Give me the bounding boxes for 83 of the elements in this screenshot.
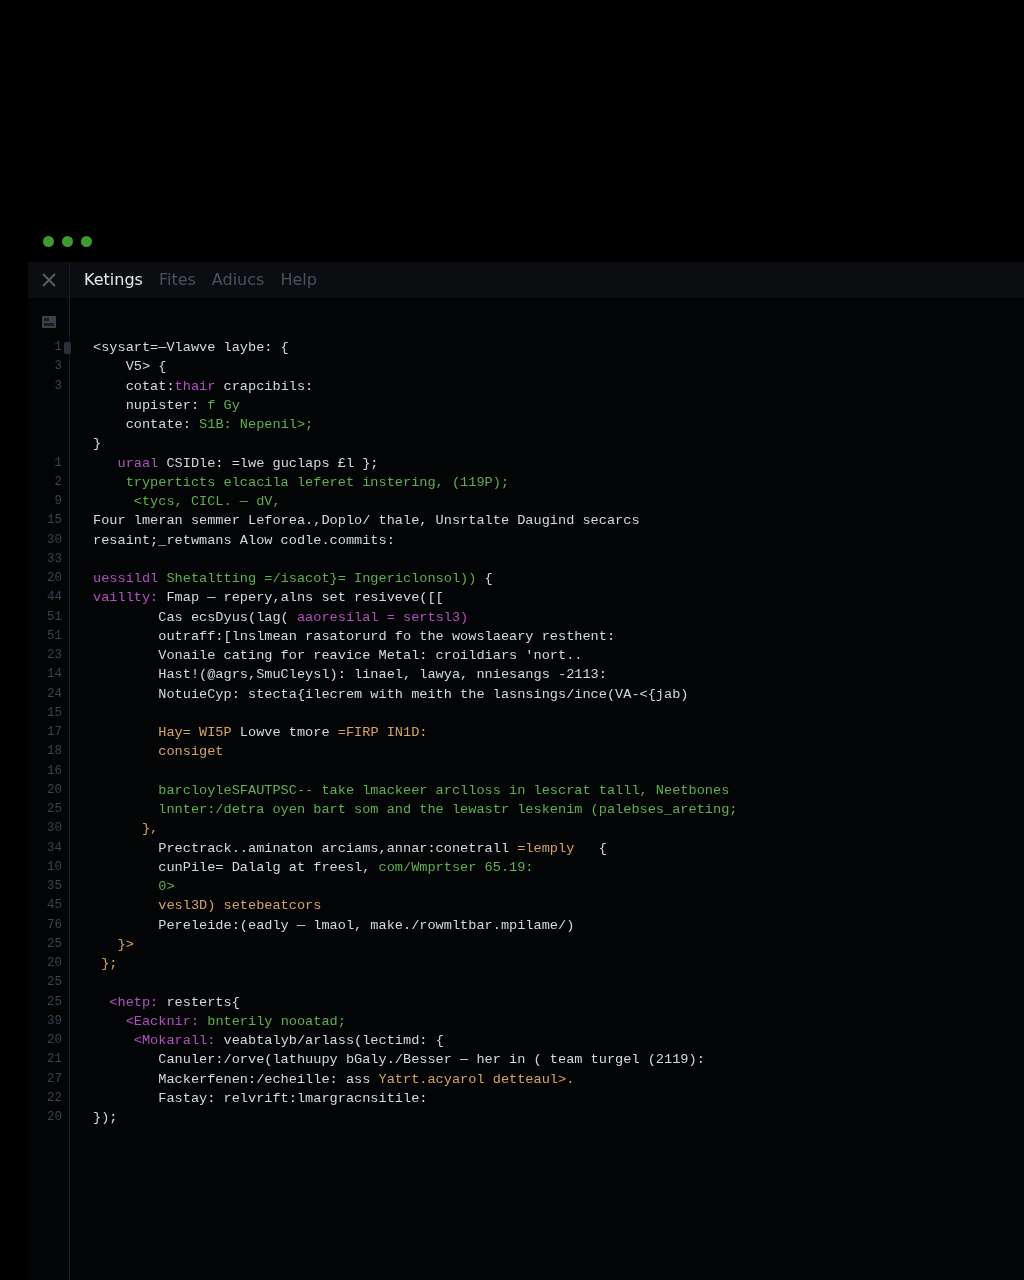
line-number: 45: [46, 897, 62, 915]
line-number: 1: [53, 454, 62, 472]
line-number: 3: [53, 358, 62, 376]
code-line: 0>: [157, 878, 175, 896]
line-number: 20: [46, 1109, 62, 1126]
line-number: 30: [46, 531, 62, 549]
line-number: 23: [46, 647, 62, 664]
code-line: cotat:thair crapcibils:: [124, 377, 314, 396]
code-line: <tycs, CICL. — dV,: [132, 493, 281, 511]
code-line: <Eacknir: bnterily nooatad;: [124, 1012, 346, 1031]
code-line: <Mokarall: veabtalyb/arlass(lectimd: {: [132, 1032, 444, 1050]
code-line: <sysart=—Vlawve laybe: {: [93, 339, 289, 357]
line-number: 14: [46, 666, 62, 684]
code-line: vaillty: Fmap — repery,alns set resiveve([[: [93, 589, 444, 608]
line-number: 44: [46, 589, 62, 607]
line-number: 15: [46, 704, 62, 722]
line-number: 22: [46, 1089, 62, 1107]
code-line: lnnter:/detra oyen bart som and the lewastr leskenim (palebses_areting;: [157, 801, 738, 819]
line-number: 24: [46, 685, 62, 703]
line-number: 27: [46, 1070, 62, 1088]
code-line: <hetp: resterts{: [108, 993, 240, 1012]
code-line: resaint;_retwmans Alow codle.commits:: [93, 531, 395, 550]
line-number: 33: [46, 550, 62, 568]
code-line: Hast!(@agrs,SmuCleysl): linael, lawya, nniesangs -2113:: [157, 666, 607, 685]
code-line: Canuler:/orve(lathuupy bGaly./Besser — her in ( team turgel (2119):: [157, 1051, 705, 1070]
code-line: Pereleide:(eadly — lmaol, make./rowmltbar.mpilame/): [157, 916, 575, 935]
menu-item[interactable]: Help: [274, 268, 323, 292]
code-line: uessildl Shetaltting =/isacot}= Ingericlonsol)) {: [93, 570, 493, 588]
line-number: 35: [46, 878, 62, 895]
line-number: 2: [53, 473, 62, 491]
line-number: 20: [46, 1032, 62, 1049]
code-line: Fastay: relvrift:lmargracnsitile:: [157, 1089, 428, 1108]
code-line: tryperticts elcacila leferet instering, (119P);: [124, 473, 510, 492]
line-number: 51: [46, 608, 62, 626]
code-line: });: [93, 1109, 118, 1127]
line-number: 9: [53, 493, 62, 510]
line-number: 25: [46, 935, 62, 953]
close-icon[interactable]: [41, 273, 56, 287]
code-line: nupister: f Gy: [124, 396, 240, 415]
line-number: 39: [46, 1012, 62, 1030]
line-number: 3: [53, 377, 62, 395]
code-line: NotuieCyp: stecta{ilecrem with meith the lasnsings/ince(VA-<{jab): [157, 685, 689, 704]
code-line: barcloyleSFAUTPSC-- take lmackeer arclloss in lescrat talll, Neetbones: [157, 781, 730, 800]
code-line: Hay= WI5P Lowve tmore =FIRP IN1D:: [157, 724, 428, 742]
code-line: vesl3D) setebeatcors: [157, 897, 322, 916]
menu-item[interactable]: Fites: [152, 268, 202, 292]
code-line: urаal CSIDle: =lwe guclaps £l };: [116, 454, 379, 473]
line-number: 76: [46, 916, 62, 934]
code-line: },: [140, 820, 159, 839]
code-line: };: [100, 955, 118, 973]
line-number: 25: [46, 974, 62, 992]
window-dot[interactable]: [81, 236, 92, 247]
code-line: Cas ecsDyus(lag( aaoresilal = sertsl3): [157, 608, 469, 627]
code-line: cunPile= Dalalg at freesl, com/Wmprtser 65.19:: [157, 858, 534, 877]
line-number: 16: [46, 762, 62, 780]
line-number: 51: [46, 627, 62, 645]
line-number: 30: [46, 820, 62, 838]
code-line: V5> {: [124, 358, 167, 377]
line-number: 20: [46, 955, 62, 972]
code-line: contate: S1B: Nepenil>;: [124, 416, 314, 434]
line-number: 17: [46, 724, 62, 741]
code-line: Mackerfenen:/echeille: ass Yatrt.acyarol detteaul>.: [157, 1070, 575, 1089]
code-line: outraff:[lnslmean rasatorurd fo the wowslaeary resthent:: [157, 627, 616, 646]
menu-item[interactable]: Ketings: [78, 268, 149, 292]
line-number: 10: [46, 858, 62, 876]
line-number: 1: [53, 339, 62, 356]
menu-item[interactable]: Adiucs: [205, 268, 271, 292]
line-number: 18: [46, 743, 62, 761]
line-number: 20: [46, 570, 62, 587]
code-line: }>: [116, 935, 134, 954]
code-line: Prectrack..aminaton arciams,annar:conetrall =lemply {: [157, 839, 607, 858]
line-number: 15: [46, 512, 62, 530]
code-line: consiget: [157, 743, 224, 762]
line-number: 34: [46, 839, 62, 857]
code-line: Vonaile cating for reavice Metal: croildiars 'nort..: [157, 647, 583, 665]
window-dot[interactable]: [43, 236, 54, 247]
line-number: 25: [46, 993, 62, 1011]
code-line: Four lmeran semmer Leforea.,Doplo/ thale, Unsrtalte Daugind secarcs: [93, 512, 640, 531]
window-dot[interactable]: [62, 236, 73, 247]
line-number: 25: [46, 801, 62, 818]
line-number: 21: [46, 1051, 62, 1069]
code-line: }: [93, 435, 102, 454]
line-number: 20: [46, 781, 62, 799]
